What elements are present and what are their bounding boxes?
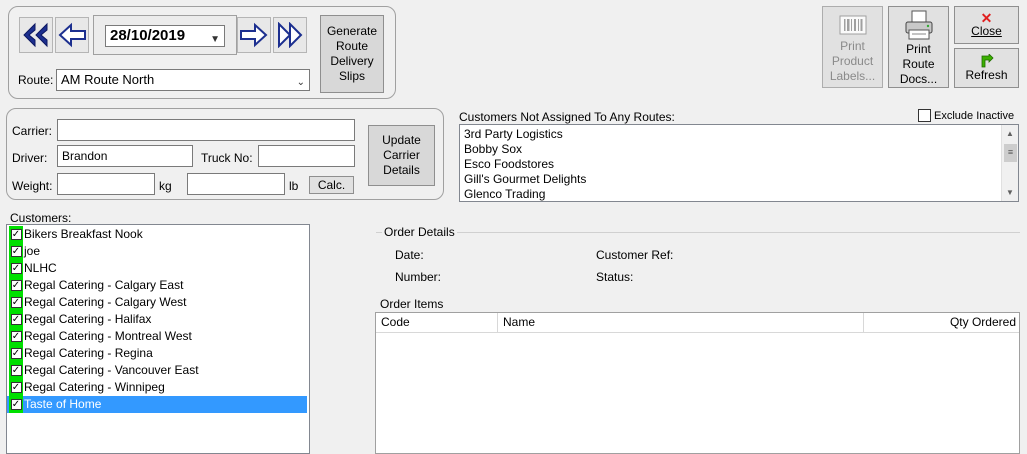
refresh-arrow-icon	[981, 53, 994, 67]
route-panel: 28/10/2019 ▼ Generate Route Delivery Sli…	[8, 6, 396, 99]
check-icon[interactable]: ✓	[9, 277, 23, 294]
route-select[interactable]: AM Route North ⌄	[56, 69, 310, 91]
driver-label: Driver:	[12, 151, 48, 165]
close-icon: ✕	[980, 9, 993, 26]
list-item[interactable]: Bobby Sox	[460, 142, 1018, 157]
close-label: Close	[971, 23, 1002, 38]
first-date-button[interactable]	[19, 17, 53, 53]
scroll-down-icon[interactable]: ▼	[1002, 184, 1018, 201]
generate-route-slips-button[interactable]: Generate Route Delivery Slips	[320, 15, 384, 93]
chevron-down-icon: ▼	[210, 34, 220, 45]
update-carrier-button[interactable]: Update Carrier Details	[368, 125, 435, 186]
kg-unit: kg	[159, 179, 172, 193]
list-item-selected[interactable]: ✓ Taste of Home	[7, 396, 307, 413]
refresh-label: Refresh	[965, 67, 1008, 82]
order-details-title: Order Details	[382, 225, 457, 239]
scroll-up-icon[interactable]: ▲	[1002, 125, 1018, 142]
check-icon[interactable]: ✓	[9, 226, 23, 243]
printer-icon	[905, 10, 932, 40]
list-item[interactable]: ✓ NLHC	[7, 260, 309, 277]
truck-no-input[interactable]	[258, 145, 355, 167]
last-date-button[interactable]	[273, 17, 307, 53]
route-label: Route:	[18, 73, 54, 87]
weight-lb-input[interactable]	[187, 173, 285, 195]
customer-ref-label: Customer Ref:	[596, 248, 674, 262]
date-picker[interactable]: 28/10/2019 ▼	[105, 25, 225, 47]
order-items-title: Order Items	[380, 297, 444, 311]
list-item[interactable]: ✓ Regal Catering - Winnipeg	[7, 379, 309, 396]
weight-label: Weight:	[12, 179, 53, 193]
check-icon[interactable]: ✓	[9, 362, 23, 379]
column-header-name[interactable]: Name	[498, 313, 864, 333]
check-icon[interactable]: ✓	[9, 396, 23, 413]
check-icon[interactable]: ✓	[9, 328, 23, 345]
list-item[interactable]: ✓ Regal Catering - Calgary West	[7, 294, 309, 311]
list-item[interactable]: ✓ joe	[7, 243, 309, 260]
calc-label: Calc.	[317, 177, 346, 192]
update-carrier-label: Update Carrier Details	[382, 133, 421, 177]
next-date-button[interactable]	[237, 17, 271, 53]
route-value: AM Route North	[61, 72, 155, 87]
unassigned-title: Customers Not Assigned To Any Routes:	[459, 110, 675, 124]
list-item[interactable]: ✓ Regal Catering - Regina	[7, 345, 309, 362]
print-product-labels-label: Print Product Labels...	[829, 39, 876, 83]
list-item[interactable]: Glenco Trading	[460, 187, 1018, 201]
column-header-code[interactable]: Code	[376, 313, 498, 333]
column-header-qty-ordered[interactable]: Qty Ordered	[864, 313, 1019, 333]
lb-unit: lb	[289, 179, 299, 193]
right-arrow-icon	[240, 22, 268, 48]
order-number-label: Number:	[395, 270, 442, 284]
list-item[interactable]: Esco Foodstores	[460, 157, 1018, 172]
carrier-input[interactable]	[57, 119, 355, 141]
order-date-label: Date:	[395, 248, 424, 262]
list-item[interactable]: ✓ Regal Catering - Calgary East	[7, 277, 309, 294]
double-left-arrow-icon	[23, 22, 48, 48]
carrier-panel: Carrier: Driver: Brandon Truck No: Weigh…	[6, 108, 444, 200]
exclude-inactive-checkbox[interactable]	[918, 109, 931, 122]
order-items-grid[interactable]: Code Name Qty Ordered	[375, 312, 1020, 454]
scroll-thumb[interactable]: ≡	[1004, 144, 1017, 162]
date-value: 28/10/2019	[110, 27, 186, 44]
order-status-label: Status:	[596, 270, 634, 284]
list-item[interactable]: ✓ Regal Catering - Montreal West	[7, 328, 309, 345]
list-item[interactable]: Gill's Gourmet Delights	[460, 172, 1018, 187]
list-item[interactable]: ✓ Bikers Breakfast Nook	[7, 226, 309, 243]
order-details-panel	[376, 232, 1020, 288]
order-items-header: Code Name Qty Ordered	[376, 313, 1019, 333]
customers-title: Customers:	[10, 211, 72, 225]
print-product-labels-button[interactable]: Print Product Labels...	[822, 6, 883, 88]
unassigned-scrollbar[interactable]: ▲ ≡ ▼	[1001, 125, 1018, 201]
check-icon[interactable]: ✓	[9, 379, 23, 396]
truck-no-label: Truck No:	[201, 151, 253, 165]
list-item[interactable]: 3rd Party Logistics	[460, 127, 1018, 142]
check-icon[interactable]: ✓	[9, 311, 23, 328]
check-icon[interactable]: ✓	[9, 260, 23, 277]
calc-button[interactable]: Calc.	[309, 176, 354, 194]
carrier-label: Carrier:	[12, 124, 53, 138]
chevron-down-icon: ⌄	[296, 77, 305, 88]
barcode-icon	[839, 15, 866, 35]
left-arrow-icon	[58, 22, 86, 48]
prev-date-button[interactable]	[55, 17, 89, 53]
print-route-docs-button[interactable]: Print Route Docs...	[888, 6, 949, 88]
close-button[interactable]: ✕ Close	[954, 6, 1019, 44]
exclude-inactive-label: Exclude Inactive	[934, 110, 1015, 122]
generate-route-slips-label: Generate Route Delivery Slips	[326, 24, 378, 83]
customers-list[interactable]: ✓ Bikers Breakfast Nook ✓ joe ✓ NLHC ✓ Regal…	[6, 224, 310, 454]
list-item[interactable]: ✓ Regal Catering - Vancouver East	[7, 362, 309, 379]
unassigned-customers-list[interactable]: 3rd Party Logistics Bobby Sox Esco Foods…	[459, 124, 1019, 202]
print-route-docs-label: Print Route Docs...	[899, 42, 938, 86]
double-right-arrow-icon	[278, 22, 303, 48]
check-icon[interactable]: ✓	[9, 345, 23, 362]
refresh-button[interactable]: Refresh	[954, 48, 1019, 88]
check-icon[interactable]: ✓	[9, 294, 23, 311]
list-item[interactable]: ✓ Regal Catering - Halifax	[7, 311, 309, 328]
check-icon[interactable]: ✓	[9, 243, 23, 260]
weight-kg-input[interactable]	[57, 173, 155, 195]
driver-input[interactable]: Brandon	[57, 145, 193, 167]
